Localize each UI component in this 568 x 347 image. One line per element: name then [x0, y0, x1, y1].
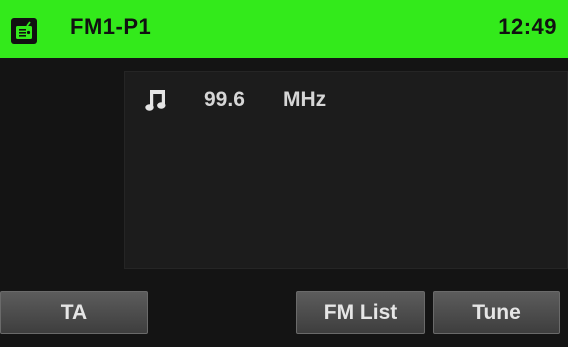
station-info-panel: 99.6 MHz [124, 71, 568, 269]
music-note-icon [145, 88, 167, 117]
ta-button[interactable]: TA [0, 291, 148, 334]
radio-screen: FM1-P1 12:49 99.6 MHz TA FM List Tune [0, 0, 568, 347]
band-preset-label: FM1-P1 [70, 14, 152, 39]
fm-list-button[interactable]: FM List [296, 291, 425, 334]
status-header: FM1-P1 12:49 [0, 0, 568, 58]
frequency-unit: MHz [283, 88, 327, 111]
frequency-value: 99.6 [204, 88, 245, 111]
clock: 12:49 [498, 14, 557, 39]
tune-button[interactable]: Tune [433, 291, 560, 334]
radio-icon [11, 18, 37, 44]
